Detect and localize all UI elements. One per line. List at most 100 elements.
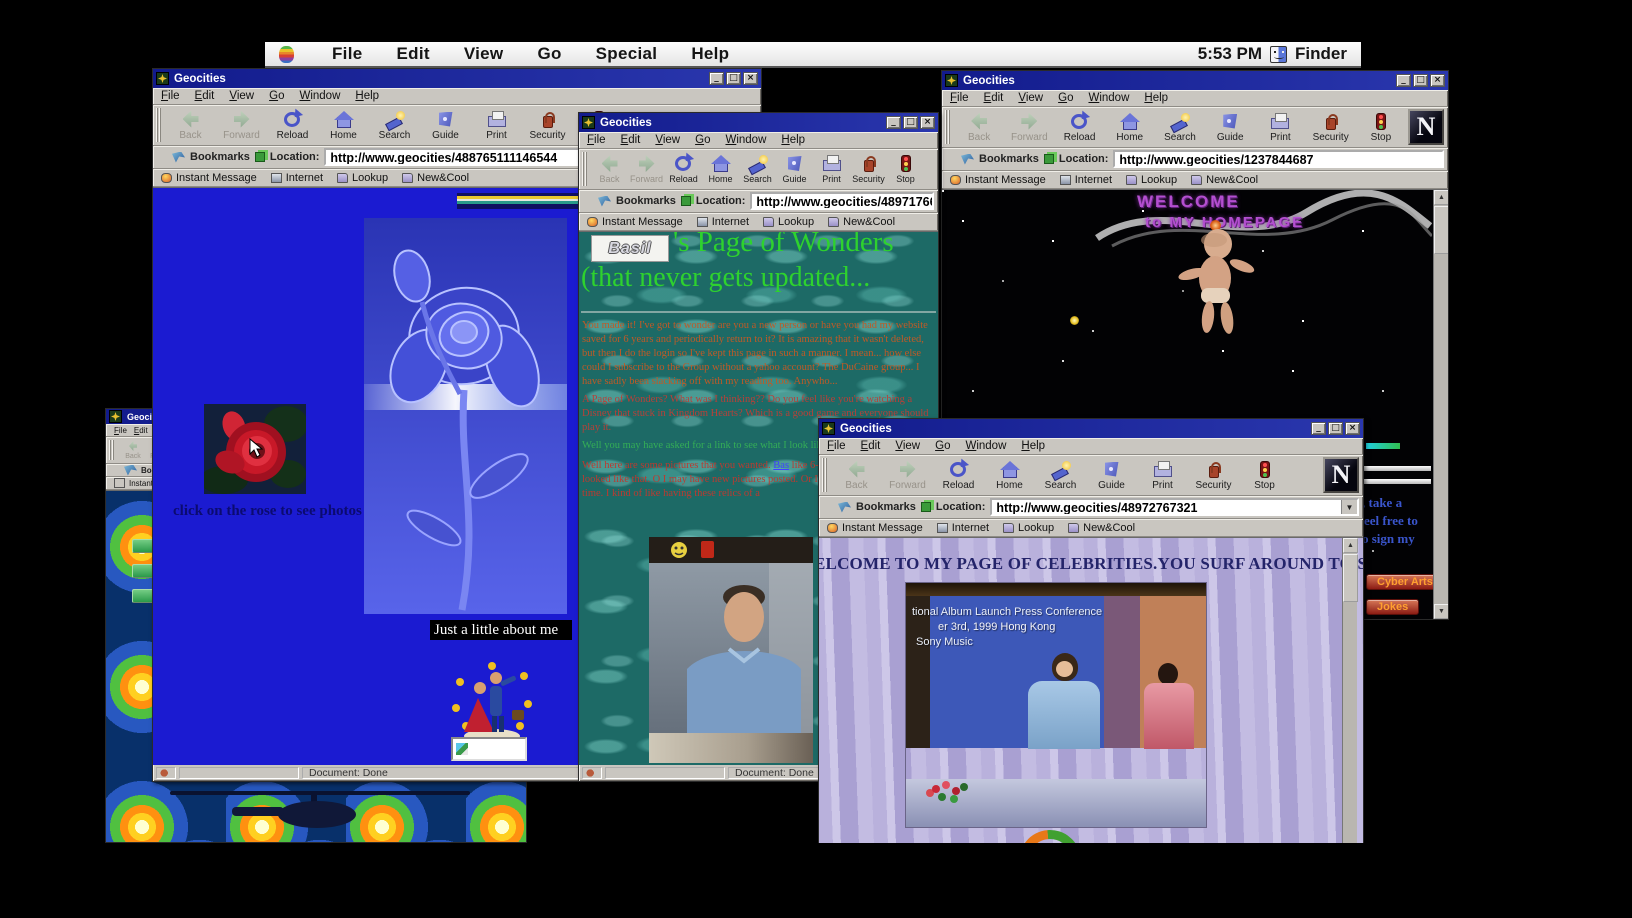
personal-toolbar-item[interactable]: Instant Message bbox=[827, 522, 923, 534]
personal-toolbar-item[interactable]: New&Cool bbox=[1191, 174, 1258, 186]
minimize-button[interactable]: _ bbox=[1396, 74, 1411, 87]
personal-toolbar-item[interactable]: Instant Message bbox=[161, 172, 257, 184]
location-input[interactable]: http://www.geocities/489717661 bbox=[752, 194, 934, 208]
maximize-button[interactable]: □ bbox=[1413, 74, 1428, 87]
toolbar-button[interactable]: Print bbox=[1137, 456, 1188, 494]
menu-item[interactable]: Edit bbox=[861, 440, 881, 452]
toolbar-button[interactable]: Security bbox=[1306, 108, 1356, 146]
vertical-scrollbar[interactable]: ▲ ▼ bbox=[1433, 190, 1448, 619]
toolbar-button[interactable]: Security bbox=[522, 106, 573, 144]
mac-menu-item[interactable]: Edit bbox=[397, 44, 430, 64]
personal-toolbar-item[interactable]: New&Cool bbox=[402, 172, 469, 184]
menu-item[interactable]: Help bbox=[1021, 440, 1045, 452]
toolbar-button[interactable]: Search bbox=[369, 106, 420, 144]
menu-item[interactable]: File bbox=[827, 440, 846, 452]
toolbar-button[interactable]: Forward bbox=[1004, 108, 1054, 146]
netscape-logo[interactable]: N bbox=[1408, 109, 1444, 145]
scroll-up-arrow[interactable]: ▲ bbox=[1343, 538, 1358, 553]
toolbar-button[interactable]: Guide bbox=[776, 150, 813, 188]
personal-toolbar-item[interactable]: Instant Message bbox=[950, 174, 1046, 186]
close-button[interactable]: × bbox=[920, 116, 935, 129]
close-button[interactable]: × bbox=[1345, 422, 1360, 435]
toolbar-button[interactable]: Search bbox=[1155, 108, 1205, 146]
toolbar-button[interactable]: Stop bbox=[1356, 108, 1406, 146]
menu-item[interactable]: Go bbox=[935, 440, 950, 452]
minimize-button[interactable]: _ bbox=[1311, 422, 1326, 435]
toolbar-button[interactable]: Forward bbox=[216, 106, 267, 144]
toolbar-button[interactable]: Guide bbox=[1086, 456, 1137, 494]
netscape-logo[interactable]: N bbox=[1323, 457, 1359, 493]
menu-item[interactable]: File bbox=[161, 90, 180, 102]
security-status-icon[interactable] bbox=[156, 767, 176, 779]
finder-icon[interactable] bbox=[1270, 46, 1287, 63]
personal-toolbar-item[interactable]: Instant Message bbox=[587, 216, 683, 228]
menu-item[interactable]: Help bbox=[1144, 92, 1168, 104]
mac-menu-item[interactable]: View bbox=[464, 44, 504, 64]
menu-item[interactable]: View bbox=[229, 90, 254, 102]
toolbar-button[interactable]: Reload bbox=[267, 106, 318, 144]
mac-menu-item[interactable]: File bbox=[332, 44, 363, 64]
menu-item[interactable]: View bbox=[1018, 92, 1043, 104]
menu-item[interactable]: Help bbox=[781, 134, 805, 146]
toolbar-button[interactable]: Reload bbox=[665, 150, 702, 188]
personal-toolbar-item[interactable]: Internet bbox=[937, 522, 989, 534]
mac-menu-item[interactable]: Help bbox=[691, 44, 729, 64]
personal-toolbar-item[interactable]: Internet bbox=[1060, 174, 1112, 186]
toolbar-button[interactable]: Back bbox=[165, 106, 216, 144]
mac-menu-item[interactable]: Special bbox=[596, 44, 658, 64]
toolbar-button[interactable]: Security bbox=[1188, 456, 1239, 494]
finder-label[interactable]: Finder bbox=[1295, 44, 1347, 64]
toolbar-button[interactable]: Print bbox=[471, 106, 522, 144]
close-button[interactable]: × bbox=[1430, 74, 1445, 87]
personal-toolbar-item[interactable]: Lookup bbox=[337, 172, 388, 184]
menu-item[interactable]: View bbox=[895, 440, 920, 452]
toolbar-button[interactable]: Home bbox=[1105, 108, 1155, 146]
toolbar-button[interactable]: Back bbox=[118, 438, 148, 462]
toolbar-button[interactable]: Reload bbox=[933, 456, 984, 494]
basically-link[interactable]: Bas bbox=[773, 460, 789, 471]
maximize-button[interactable]: □ bbox=[903, 116, 918, 129]
personal-toolbar-item[interactable]: New&Cool bbox=[1068, 522, 1135, 534]
toolbar-button[interactable]: Guide bbox=[420, 106, 471, 144]
mac-menu-item[interactable]: Go bbox=[537, 44, 561, 64]
menu-item[interactable]: Window bbox=[725, 134, 766, 146]
toolbar-button[interactable]: Home bbox=[984, 456, 1035, 494]
apple-menu-icon[interactable] bbox=[279, 46, 294, 63]
toolbar-grippy[interactable] bbox=[156, 108, 162, 142]
menu-item[interactable]: Go bbox=[269, 90, 284, 102]
personal-toolbar-item[interactable]: Internet bbox=[271, 172, 323, 184]
close-button[interactable]: × bbox=[743, 72, 758, 85]
menu-item[interactable]: Edit bbox=[984, 92, 1004, 104]
scroll-down-arrow[interactable]: ▼ bbox=[1434, 604, 1448, 619]
bookmarks-label[interactable]: Bookmarks bbox=[856, 501, 916, 513]
toolbar-button[interactable]: Search bbox=[739, 150, 776, 188]
menu-item[interactable]: Go bbox=[695, 134, 710, 146]
window-titlebar[interactable]: Geocities _ □ × bbox=[153, 69, 761, 88]
location-dropdown-arrow[interactable]: ▼ bbox=[1341, 500, 1357, 514]
security-status-icon[interactable] bbox=[582, 767, 602, 779]
maximize-button[interactable]: □ bbox=[1328, 422, 1343, 435]
bookmarks-label[interactable]: Bookmarks bbox=[616, 195, 676, 207]
menu-item[interactable]: Help bbox=[355, 90, 379, 102]
scroll-up-arrow[interactable]: ▲ bbox=[1434, 190, 1448, 205]
bookmarks-label[interactable]: Bookmarks bbox=[979, 153, 1039, 165]
menu-item[interactable]: File bbox=[950, 92, 969, 104]
menu-item[interactable]: Edit bbox=[195, 90, 215, 102]
toolbar-button[interactable]: Back bbox=[831, 456, 882, 494]
toolbar-button[interactable]: Back bbox=[954, 108, 1004, 146]
location-input[interactable]: http://www.geocities/1237844687 bbox=[1115, 152, 1442, 166]
about-link[interactable]: Just a little about me bbox=[430, 620, 572, 640]
toolbar-button[interactable]: Search bbox=[1035, 456, 1086, 494]
menu-item[interactable]: Window bbox=[1088, 92, 1129, 104]
toolbar-button[interactable]: Print bbox=[1255, 108, 1305, 146]
menu-item[interactable]: Window bbox=[299, 90, 340, 102]
toolbar-button[interactable]: Stop bbox=[1239, 456, 1290, 494]
plugin-placeholder[interactable] bbox=[451, 737, 527, 761]
vertical-scrollbar[interactable]: ▲ bbox=[1342, 538, 1357, 847]
menu-item[interactable]: Window bbox=[965, 440, 1006, 452]
personal-toolbar-item[interactable]: New&Cool bbox=[828, 216, 895, 228]
toolbar-button[interactable]: Stop bbox=[887, 150, 924, 188]
toolbar-grippy[interactable] bbox=[109, 440, 115, 460]
toolbar-button[interactable]: Home bbox=[702, 150, 739, 188]
toolbar-button[interactable]: Reload bbox=[1054, 108, 1104, 146]
